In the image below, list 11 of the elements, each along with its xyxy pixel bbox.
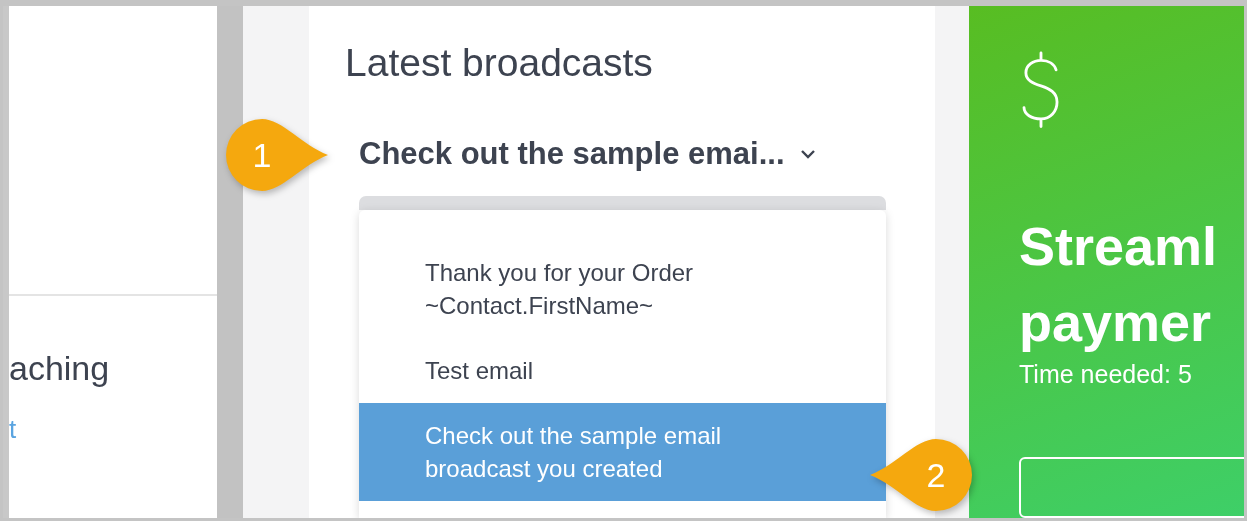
step-callout: 1	[226, 119, 328, 191]
card-title: Latest broadcasts	[345, 40, 653, 86]
broadcast-dropdown[interactable]: Check out the sample emai...	[359, 136, 817, 172]
dropdown-option[interactable]: Test email	[359, 338, 886, 403]
chevron-down-icon	[798, 148, 817, 160]
outline-button[interactable]	[1019, 457, 1244, 518]
section-heading: aching	[9, 348, 110, 388]
dropdown-option[interactable]: Thank you for your Order ~Contact.FirstName~	[359, 240, 886, 338]
time-needed-text: Time needed: 5	[1019, 360, 1192, 390]
step-callout: 2	[870, 439, 972, 511]
promo-heading: Streaml paymer	[1019, 215, 1219, 355]
